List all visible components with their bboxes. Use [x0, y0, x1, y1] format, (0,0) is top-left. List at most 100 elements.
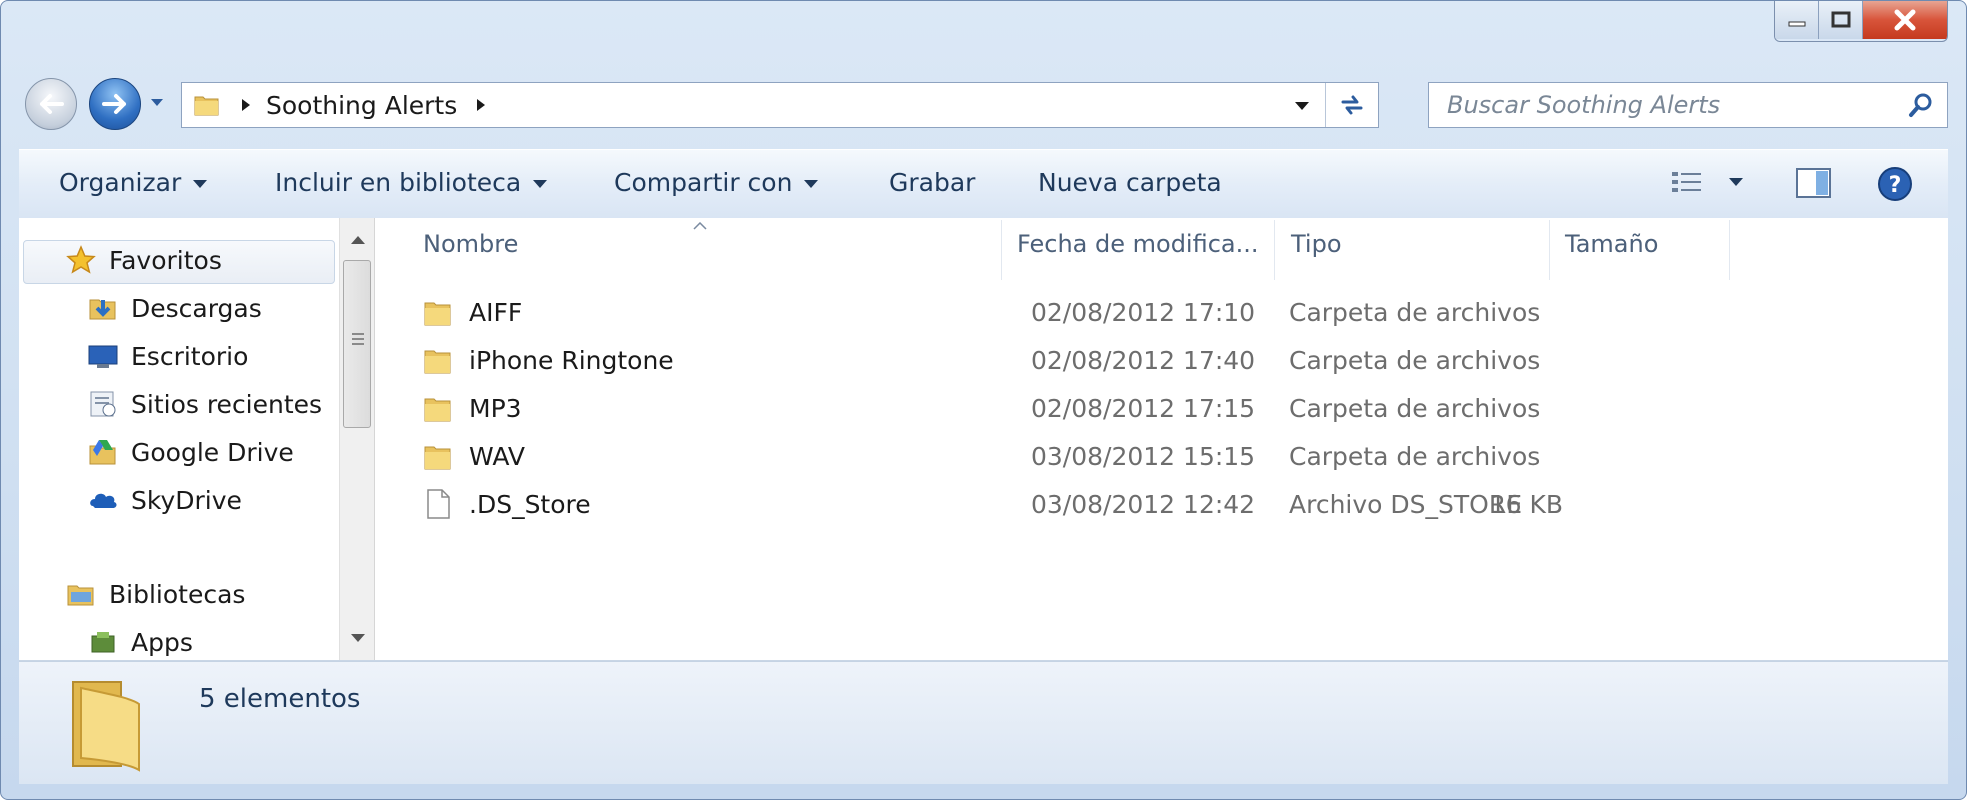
- sidebar-item-desktop[interactable]: Escritorio: [87, 340, 248, 372]
- scrollbar-thumb[interactable]: [343, 260, 371, 428]
- close-icon: [1894, 9, 1916, 31]
- svg-text:?: ?: [1889, 173, 1902, 198]
- sidebar-item-label: Descargas: [131, 293, 262, 323]
- folder-icon: [424, 446, 451, 470]
- search-icon[interactable]: [1907, 91, 1935, 119]
- explorer-window: Soothing Alerts Buscar Soothing Alerts O…: [0, 0, 1967, 800]
- include-library-menu[interactable]: Incluir en biblioteca: [275, 168, 548, 197]
- navigation-bar: Soothing Alerts Buscar Soothing Alerts: [19, 74, 1948, 132]
- item-count: 5 elementos: [199, 684, 361, 714]
- forward-button[interactable]: [89, 78, 141, 130]
- sidebar-item-downloads[interactable]: Descargas: [87, 292, 262, 324]
- maximize-icon: [1831, 11, 1850, 28]
- file-type: Carpeta de archivos: [1289, 442, 1541, 471]
- skydrive-icon: [90, 493, 117, 508]
- google-drive-icon: [89, 440, 116, 465]
- sidebar-item-label: Escritorio: [131, 341, 249, 371]
- table-row[interactable]: MP3 02/08/2012 17:15 Carpeta de archivos: [381, 388, 1948, 428]
- share-with-menu[interactable]: Compartir con: [614, 168, 819, 197]
- sidebar-libraries[interactable]: Bibliotecas: [65, 578, 245, 610]
- breadcrumb-chevron-icon[interactable]: [240, 97, 252, 113]
- sidebar-item-google-drive[interactable]: Google Drive: [87, 436, 294, 468]
- star-icon: [66, 245, 96, 274]
- file-type: Carpeta de archivos: [1289, 298, 1541, 327]
- content-area: Favoritos Descargas Escritorio Sitios re…: [19, 218, 1948, 661]
- favorites-label: Favoritos: [109, 245, 222, 275]
- column-divider[interactable]: [1729, 220, 1730, 280]
- column-header-date[interactable]: Fecha de modifica...: [1017, 230, 1259, 282]
- sidebar-item-skydrive[interactable]: SkyDrive: [87, 484, 242, 516]
- organize-label: Organizar: [59, 168, 182, 197]
- file-date: 02/08/2012 17:15: [1031, 394, 1256, 423]
- file-name: WAV: [469, 442, 525, 471]
- table-row[interactable]: iPhone Ringtone 02/08/2012 17:40 Carpeta…: [381, 340, 1948, 380]
- refresh-icon: [1341, 95, 1363, 115]
- sidebar-item-label: SkyDrive: [131, 485, 242, 515]
- column-header-type[interactable]: Tipo: [1291, 230, 1342, 282]
- file-name: .DS_Store: [469, 490, 591, 519]
- downloads-icon: [89, 299, 116, 320]
- file-type: Carpeta de archivos: [1289, 346, 1541, 375]
- refresh-button[interactable]: [1325, 83, 1378, 127]
- folder-icon: [424, 302, 451, 326]
- column-header-size[interactable]: Tamaño: [1565, 230, 1658, 282]
- file-icon: [427, 489, 450, 519]
- column-divider[interactable]: [1001, 220, 1002, 280]
- new-folder-button[interactable]: Nueva carpeta: [1038, 168, 1222, 197]
- forward-arrow-icon: [102, 94, 126, 114]
- burn-button[interactable]: Grabar: [889, 168, 975, 197]
- file-size: 16 KB: [1489, 490, 1563, 519]
- minimize-button[interactable]: [1775, 1, 1819, 39]
- file-type: Carpeta de archivos: [1289, 394, 1541, 423]
- libraries-icon: [67, 585, 94, 606]
- column-divider[interactable]: [1274, 220, 1275, 280]
- organize-menu[interactable]: Organizar: [59, 168, 208, 197]
- sidebar-item-label: Google Drive: [131, 437, 294, 467]
- breadcrumb-chevron-icon[interactable]: [475, 97, 487, 113]
- recent-places-icon: [90, 391, 116, 417]
- file-name: AIFF: [469, 298, 523, 327]
- minimize-icon: [1788, 21, 1805, 27]
- address-history-dropdown-icon[interactable]: [1290, 93, 1314, 117]
- details-pane: 5 elementos: [19, 661, 1948, 784]
- file-date: 03/08/2012 15:15: [1031, 442, 1256, 471]
- folder-icon: [424, 350, 451, 374]
- close-button[interactable]: [1863, 1, 1947, 39]
- table-row[interactable]: .DS_Store 03/08/2012 12:42 Archivo DS_ST…: [381, 484, 1948, 524]
- caption-buttons: [1774, 1, 1948, 42]
- chevron-down-icon: [193, 180, 208, 188]
- column-divider[interactable]: [1549, 220, 1550, 280]
- recent-pages-dropdown-icon[interactable]: [147, 92, 167, 112]
- sidebar-favorites[interactable]: Favoritos: [65, 244, 222, 276]
- navigation-pane: Favoritos Descargas Escritorio Sitios re…: [19, 218, 339, 660]
- desktop-icon: [88, 345, 118, 368]
- help-icon[interactable]: ?: [1877, 166, 1913, 202]
- table-row[interactable]: AIFF 02/08/2012 17:10 Carpeta de archivo…: [381, 292, 1948, 332]
- file-name: iPhone Ringtone: [469, 346, 674, 375]
- column-header-name[interactable]: Nombre: [423, 230, 518, 282]
- file-date: 02/08/2012 17:10: [1031, 298, 1256, 327]
- apps-library-icon: [91, 632, 115, 653]
- navigation-scrollbar[interactable]: [339, 218, 375, 660]
- scroll-down-arrow-icon[interactable]: [351, 634, 365, 642]
- sidebar-item-recent-places[interactable]: Sitios recientes: [87, 388, 322, 420]
- folder-icon: [424, 398, 451, 422]
- preview-pane-icon[interactable]: [1795, 166, 1833, 200]
- chevron-down-icon: [533, 180, 548, 188]
- folder-icon: [194, 96, 219, 116]
- address-bar[interactable]: Soothing Alerts: [181, 82, 1379, 128]
- file-list: Nombre Fecha de modifica... Tipo Tamaño …: [381, 218, 1948, 660]
- sidebar-item-label: Sitios recientes: [131, 389, 323, 419]
- libraries-label: Bibliotecas: [109, 579, 246, 609]
- sidebar-item-apps[interactable]: Apps: [87, 626, 193, 658]
- breadcrumb-item[interactable]: Soothing Alerts: [266, 91, 457, 120]
- search-box[interactable]: Buscar Soothing Alerts: [1428, 82, 1948, 128]
- view-options-dropdown-icon[interactable]: [1727, 176, 1745, 188]
- maximize-button[interactable]: [1819, 1, 1863, 39]
- back-arrow-icon: [40, 94, 64, 114]
- scroll-up-arrow-icon[interactable]: [351, 236, 365, 244]
- table-row[interactable]: WAV 03/08/2012 15:15 Carpeta de archivos: [381, 436, 1948, 476]
- sidebar-item-label: Apps: [131, 627, 193, 657]
- change-view-icon[interactable]: [1669, 166, 1709, 200]
- back-button[interactable]: [25, 78, 77, 130]
